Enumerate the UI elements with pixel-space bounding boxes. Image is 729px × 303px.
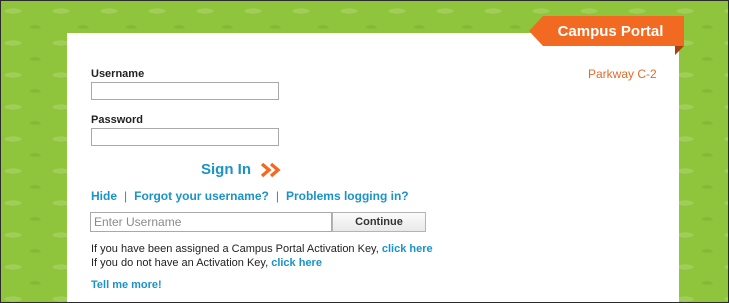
- tab-fold: [675, 46, 684, 55]
- activation-click-here-link[interactable]: click here: [382, 243, 433, 255]
- activation-assigned-text: If you have been assigned a Campus Porta…: [91, 243, 379, 255]
- link-separator: |: [124, 189, 128, 203]
- username-lookup-input[interactable]: [90, 212, 332, 232]
- problems-logging-in-link[interactable]: Problems logging in?: [286, 189, 409, 203]
- district-name: Parkway C-2: [588, 67, 657, 81]
- activation-key-assigned: If you have been assigned a Campus Porta…: [91, 243, 433, 255]
- sign-in-button[interactable]: Sign In: [201, 161, 282, 178]
- no-activation-text: If you do not have an Activation Key,: [91, 257, 269, 269]
- password-input[interactable]: [91, 128, 279, 146]
- no-activation-click-here-link[interactable]: click here: [271, 257, 322, 269]
- double-chevron-right-icon: [260, 162, 282, 178]
- password-label: Password: [91, 114, 143, 126]
- username-label: Username: [91, 68, 145, 80]
- page-frame: Campus Portal Parkway C-2 Username Passw…: [0, 0, 729, 303]
- campus-portal-tab: Campus Portal: [529, 16, 684, 46]
- sign-in-label: Sign In: [201, 161, 251, 178]
- tell-me-more-link[interactable]: Tell me more!: [91, 279, 162, 291]
- forgot-username-link[interactable]: Forgot your username?: [134, 189, 269, 203]
- help-links: Hide | Forgot your username? | Problems logg…: [91, 189, 409, 203]
- portal-title: Campus Portal: [557, 22, 664, 40]
- username-input[interactable]: [91, 82, 279, 100]
- continue-button[interactable]: Continue: [332, 212, 426, 232]
- hide-link[interactable]: Hide: [91, 189, 117, 203]
- activation-key-none: If you do not have an Activation Key, cl…: [91, 257, 322, 269]
- link-separator: |: [275, 189, 279, 203]
